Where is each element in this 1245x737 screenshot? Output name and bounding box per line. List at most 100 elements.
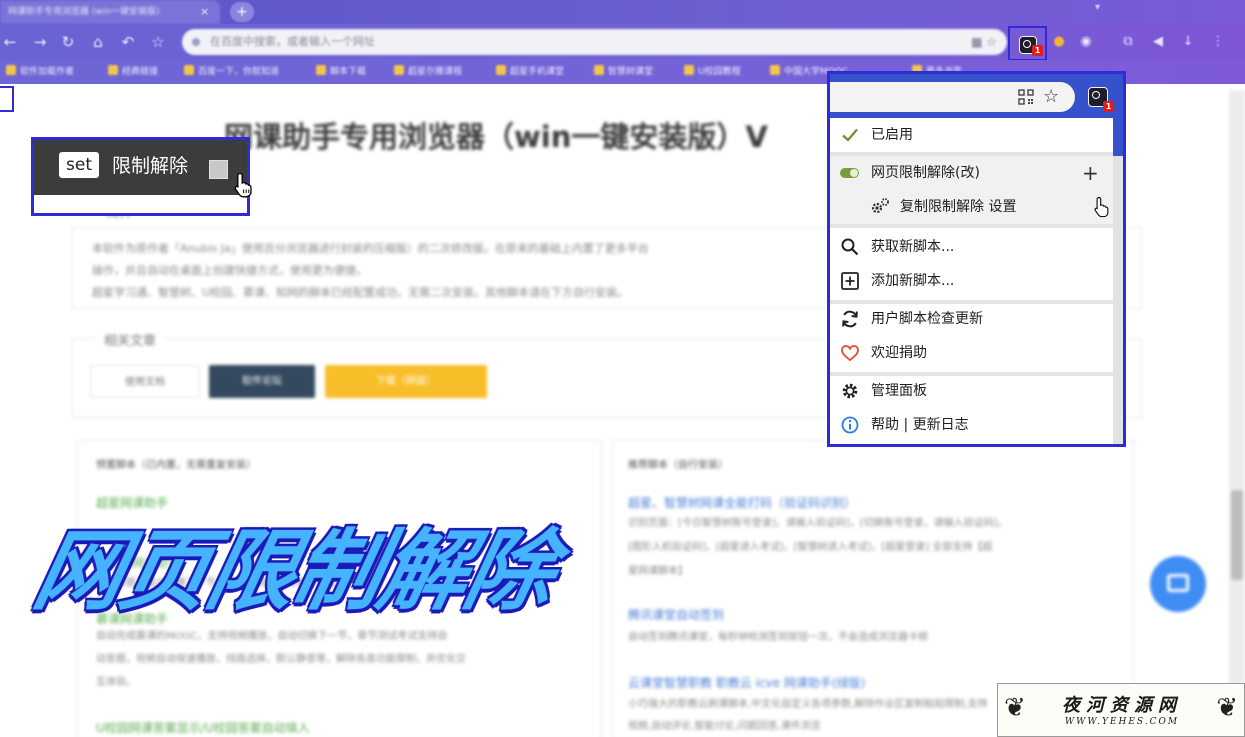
- menu-item-help[interactable]: 帮助 | 更新日志: [830, 408, 1113, 442]
- extension-badge: 1: [1103, 101, 1114, 112]
- set-button[interactable]: set: [59, 152, 99, 178]
- recommended-script-link[interactable]: 腾讯课堂自动签到: [628, 606, 724, 623]
- highlight-marker: [0, 86, 14, 112]
- media-speaker-icon[interactable]: ◀: [1148, 32, 1168, 52]
- recommended-script-desc: 视频,自动评论,智能讨论,问题回答,课件浏览: [628, 721, 821, 732]
- preset-script-link[interactable]: U校园网课答案显示/U校园答案自动填入: [96, 719, 310, 736]
- extension-orange-icon[interactable]: ●: [1049, 32, 1069, 52]
- menu-item-label: 复制限制解除 设置: [900, 199, 1017, 215]
- menu-divider: [830, 224, 1113, 228]
- new-tab-button[interactable]: +: [230, 2, 254, 22]
- tab-close-icon[interactable]: ×: [200, 0, 209, 24]
- recommended-script-desc: 星网课脚本】: [628, 566, 688, 577]
- intro-line: 操作，并且自动在桌面上创建快捷方式，使用更为便捷。: [92, 264, 367, 277]
- qr-code-icon[interactable]: [1018, 89, 1034, 105]
- watermark-title: 夜河资源网: [1062, 695, 1182, 716]
- menu-item-label: 用户脚本检查更新: [871, 311, 983, 327]
- recommended-script-desc: 小巧强大的职教云刷课脚本,中文化自定义各项参数,解除作业区复制粘贴限制,支持: [628, 699, 988, 710]
- bookmark-item[interactable]: 超星手机课堂: [496, 60, 564, 84]
- menu-item-script-settings[interactable]: 复制限制解除 设置: [830, 190, 1113, 224]
- popup-toolbar-strip: ☆ 1: [830, 74, 1123, 118]
- menu-item-label: 获取新脚本...: [871, 239, 955, 255]
- tampermonkey-popup: ☆ 1 已启用 网页限制解除(改) + 复制限制解除 设置 获取新脚本... 添…: [827, 71, 1126, 447]
- bookmark-star-icon[interactable]: ☆: [1043, 84, 1059, 110]
- menu-item-label: 管理面板: [871, 383, 927, 399]
- chat-float-button[interactable]: [1150, 556, 1206, 612]
- preset-script-desc: 互体验。: [96, 677, 136, 688]
- address-bar-actions-icon[interactable]: ▦ ☆: [971, 29, 997, 55]
- recommended-script-desc: 识别页面：[今日智慧树账号登录]，请输入验证码]，[切换账号登录，请输入验证码]…: [628, 518, 1008, 529]
- menu-item-get-scripts[interactable]: 获取新脚本...: [830, 230, 1113, 264]
- home-icon[interactable]: ⌂: [88, 32, 108, 52]
- preset-scripts-title: 预置脚本（已内置，无需重复安装）: [96, 460, 256, 471]
- back-arrow-icon[interactable]: ←: [0, 32, 20, 52]
- browser-tab-active[interactable]: 网课助手专用浏览器 (win一键安装版): [0, 0, 220, 24]
- info-icon: [841, 416, 859, 434]
- page-scrollbar-thumb[interactable]: [1231, 490, 1243, 580]
- browser-tab-bar: 网课助手专用浏览器 (win一键安装版) × + ▾: [0, 0, 1245, 24]
- address-bar-placeholder: 在百度中搜索，或者输入一个网址: [210, 35, 375, 48]
- bookmark-item[interactable]: 经典链接: [108, 60, 158, 84]
- page-scrollbar[interactable]: [1229, 90, 1245, 737]
- recommended-script-link[interactable]: 云课堂智慧职教 职教云 icve 网课助手(绿版): [628, 674, 865, 691]
- browser-toolbar: ← → ↻ ⌂ ↶ ☆ 在百度中搜索，或者输入一个网址 ▦ ☆ ● ◉ ⧉ ◀ …: [0, 24, 1245, 60]
- menu-item-donate[interactable]: 欢迎捐助: [830, 336, 1113, 370]
- menu-item-add-script[interactable]: 添加新脚本...: [830, 264, 1113, 298]
- popup-scrollbar-thumb[interactable]: [1113, 118, 1123, 156]
- related-legend: 相关文章: [96, 330, 165, 349]
- expand-plus-icon[interactable]: +: [1082, 156, 1099, 190]
- chat-icon: [1167, 574, 1189, 592]
- menu-item-label: 帮助 | 更新日志: [871, 417, 969, 433]
- tab-title: 网课助手专用浏览器 (win一键安装版): [8, 7, 160, 17]
- recommended-script-desc: 自动签到腾讯课堂，每秒钟检测签到按钮一次，不会造成浏览器卡顿: [628, 632, 928, 643]
- bookmark-item[interactable]: 超星尔雅课程: [394, 60, 462, 84]
- menu-item-enabled[interactable]: 已启用: [830, 118, 1113, 152]
- forward-arrow-icon[interactable]: →: [30, 32, 50, 52]
- gears-icon: [871, 198, 889, 214]
- hand-cursor-icon: [234, 172, 252, 198]
- browser-menu-icon[interactable]: ⋮: [1208, 32, 1228, 52]
- refresh-icon: [842, 310, 858, 328]
- bookmark-item[interactable]: 软件加载作者: [6, 60, 74, 84]
- recommended-script-desc: [图形人机验证码]，[超星进入考试]，[智慧树进入考试]，[超星登录] 全部支持…: [628, 542, 993, 553]
- toggle-icon[interactable]: [840, 168, 859, 178]
- hand-cursor-icon: [1094, 197, 1109, 218]
- screenshot-root: 网课助手专用浏览器 (win一键安装版) × + ▾ ← → ↻ ⌂ ↶ ☆ 在…: [0, 0, 1245, 737]
- tab-search-chevron-icon[interactable]: ▾: [1095, 2, 1100, 13]
- bookmark-item[interactable]: U校园教程: [684, 60, 741, 84]
- popup-address-bar[interactable]: ☆: [830, 82, 1075, 112]
- menu-item-label: 添加新脚本...: [871, 273, 955, 289]
- menu-item-script-toggle[interactable]: 网页限制解除(改) +: [830, 156, 1113, 190]
- docs-button[interactable]: 使用文档: [90, 365, 200, 398]
- unlock-checkbox[interactable]: [209, 160, 228, 179]
- menu-item-label: 已启用: [871, 127, 913, 143]
- menu-item-label: 欢迎捐助: [871, 345, 927, 361]
- popup-scrollbar[interactable]: [1113, 118, 1123, 444]
- search-icon: [841, 238, 859, 256]
- forum-button[interactable]: 软件论坛: [209, 365, 315, 398]
- site-info-icon[interactable]: [192, 38, 200, 46]
- address-bar[interactable]: 在百度中搜索，或者输入一个网址 ▦ ☆: [182, 29, 1007, 55]
- bookmark-item[interactable]: 脚本下载: [316, 60, 366, 84]
- reload-icon[interactable]: ↻: [58, 32, 78, 52]
- undo-close-icon[interactable]: ↶: [118, 32, 138, 52]
- bookmark-item[interactable]: 智慧树课堂: [594, 60, 653, 84]
- tampermonkey-toolbar-highlight: 1: [1008, 26, 1047, 61]
- menu-item-check-updates[interactable]: 用户脚本检查更新: [830, 302, 1113, 336]
- check-icon: [842, 128, 858, 142]
- bookmark-item[interactable]: 百度一下，你就知道: [184, 60, 279, 84]
- downloads-icon[interactable]: ↓: [1178, 32, 1198, 52]
- preset-script-desc: 自动完成慕课的MOOC，支持视频播放，自动切换下一节，章节测试考试支持自: [96, 631, 448, 642]
- menu-item-label: 网页限制解除(改): [871, 165, 980, 181]
- download-button[interactable]: 下载（网盘）: [325, 365, 487, 398]
- menu-item-dashboard[interactable]: 管理面板: [830, 374, 1113, 408]
- watermark-url: WWW.YEHES.COM: [1064, 717, 1180, 727]
- bookmark-star-icon[interactable]: ☆: [148, 32, 168, 52]
- extensions-puzzle-icon[interactable]: ⧉: [1118, 32, 1138, 52]
- preset-script-desc: 动答题，视频自动保速播放，线路选择，默认静音等，解除各类功能限制，并优化交: [96, 654, 466, 665]
- intro-line: 本软件为原作者「Anubis Ja」使用百分浏览器进行封装的压缩版）的二次修改版…: [92, 242, 649, 255]
- recommended-scripts-title: 推荐脚本（自行安装）: [628, 460, 728, 471]
- watermark-logo: ❦ ❦ 夜河资源网 WWW.YEHES.COM: [997, 683, 1245, 737]
- extension-grey-icon[interactable]: ◉: [1076, 32, 1096, 52]
- recommended-script-link[interactable]: 超星、智慧树网课全能打码（验证码识别）: [628, 494, 856, 511]
